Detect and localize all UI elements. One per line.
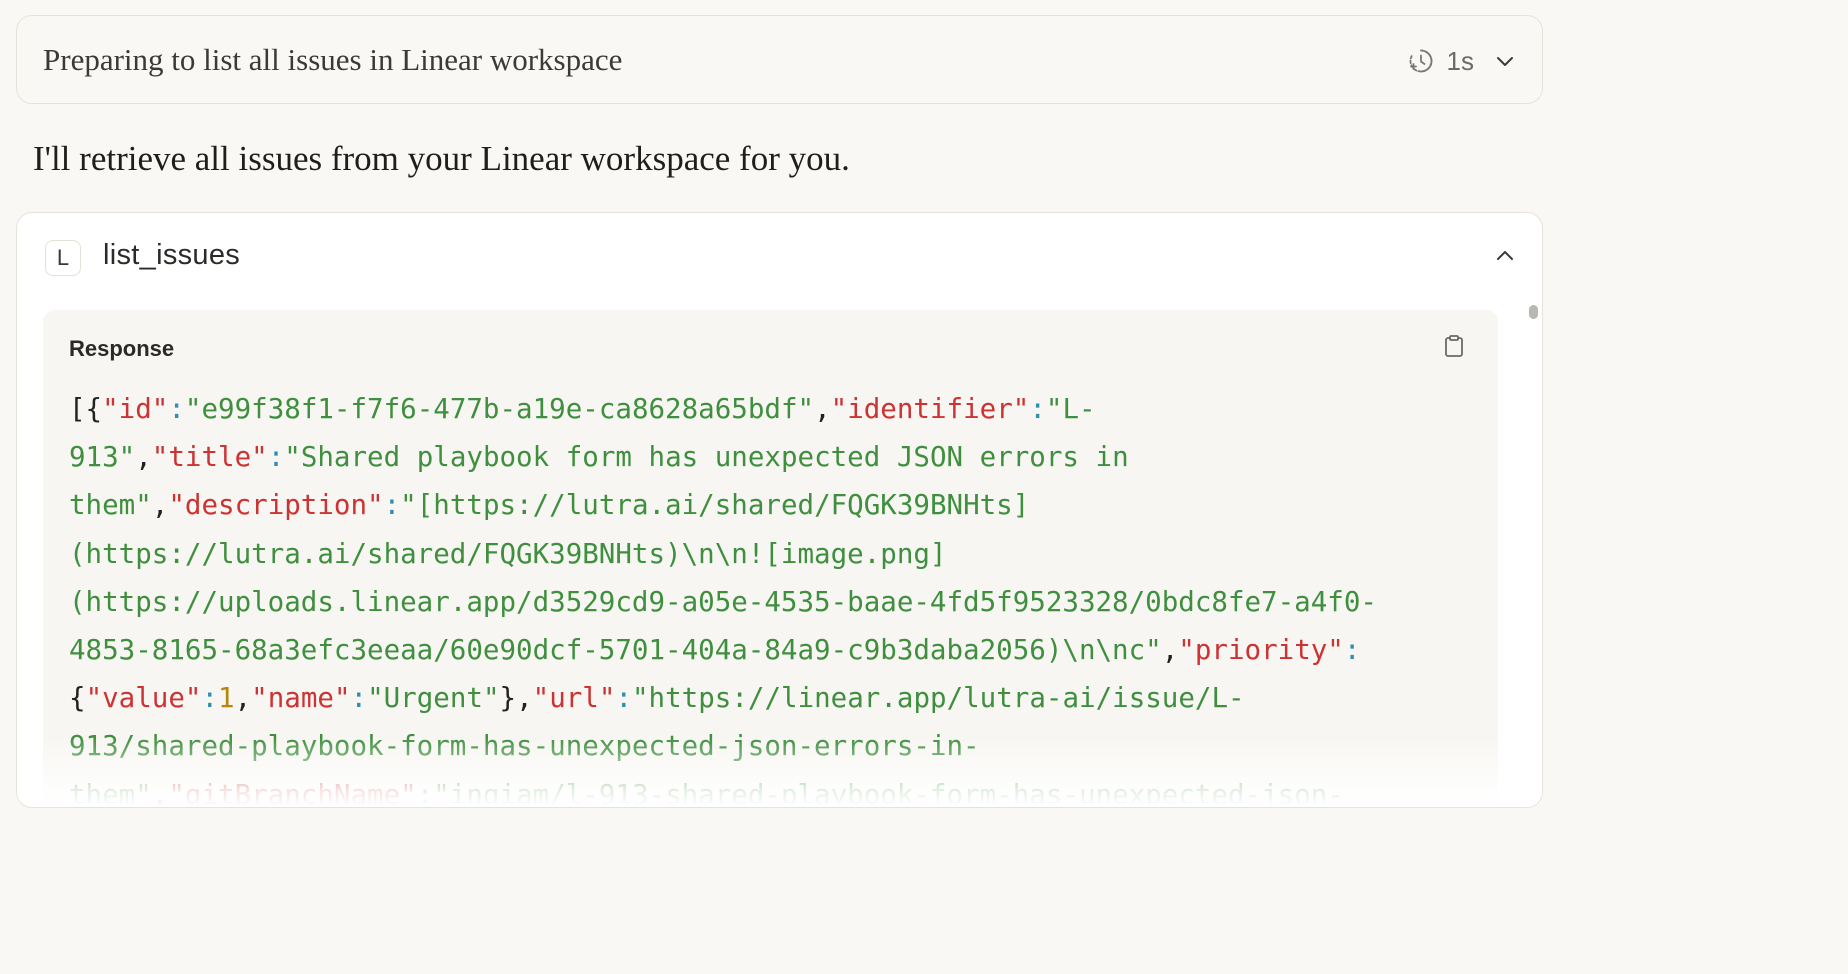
code-token: "Urgent" <box>367 682 500 715</box>
code-token: : <box>383 489 401 522</box>
code-token: , <box>151 778 169 808</box>
scrollbar-thumb[interactable] <box>1529 305 1538 319</box>
code-line: 913","title":"Shared playbook form has u… <box>69 433 1469 481</box>
response-label: Response <box>69 336 175 361</box>
chevron-up-icon <box>1494 245 1516 272</box>
code-token: : <box>168 393 185 425</box>
code-token: "id" <box>102 393 169 425</box>
code-token: : <box>416 778 434 808</box>
code-line: them","gitBranchName":"ingiam/l-913-shar… <box>69 771 1469 808</box>
tool-call-card: L list_issues Response [{"id":"e99f38f1-… <box>16 212 1543 808</box>
code-token: (https://lutra.ai/shared/FQGK39BNHts)\n\… <box>69 537 947 570</box>
code-line: 4853-8165-68a3efc3eeaa/60e90dcf-5701-404… <box>69 626 1469 674</box>
code-token: "value" <box>85 682 202 715</box>
tool-header[interactable]: L list_issues <box>17 213 1542 303</box>
code-line: (https://uploads.linear.app/d3529cd9-a05… <box>69 578 1469 626</box>
tool-name: list_issues <box>103 239 241 271</box>
code-token: "e99f38f1-f7f6-477b-a19e-ca8628a65bdf" <box>184 393 815 425</box>
code-line: [{"id":"e99f38f1-f7f6-477b-a19e-ca8628a6… <box>69 385 1469 433</box>
code-token: { <box>69 682 86 715</box>
code-token: , <box>135 441 152 474</box>
code-token: 913" <box>69 441 136 474</box>
code-token: them" <box>69 778 152 808</box>
response-code: [{"id":"e99f38f1-f7f6-477b-a19e-ca8628a6… <box>69 385 1469 808</box>
thinking-meta[interactable]: 1s <box>1407 44 1516 78</box>
code-token: "gitBranchName" <box>168 778 417 808</box>
code-token: : <box>201 682 219 715</box>
code-token: "Shared playbook form has unexpected JSO… <box>284 441 1129 474</box>
code-token: 913/shared-playbook-form-has-unexpected-… <box>69 730 980 763</box>
code-line: (https://lutra.ai/shared/FQGK39BNHts)\n\… <box>69 530 1469 578</box>
chevron-down-icon[interactable] <box>1494 50 1516 72</box>
code-token: "description" <box>168 489 384 522</box>
code-token: "title" <box>151 441 268 474</box>
code-token: "priority" <box>1178 633 1344 666</box>
code-token: "[https://lutra.ai/shared/FQGK39BNHts] <box>400 489 1030 522</box>
thinking-summary[interactable]: Preparing to list all issues in Linear w… <box>16 15 1543 104</box>
code-token: , <box>234 682 252 715</box>
code-token: }, <box>499 682 533 715</box>
code-token: : <box>1029 393 1046 425</box>
response-panel: Response [{"id":"e99f38f1-f7f6-477b-a19e… <box>43 310 1498 808</box>
code-token: [{ <box>69 393 103 425</box>
clipboard-icon <box>1443 334 1465 363</box>
code-token: "ingiam/l-913-shared-playbook-form-has-u… <box>433 778 1344 808</box>
code-token: "L- <box>1045 393 1096 425</box>
code-token: , <box>1161 633 1179 666</box>
code-token: , <box>151 489 169 522</box>
code-token: "identifier" <box>830 393 1030 425</box>
code-token: "name" <box>251 682 351 715</box>
code-token: : <box>350 682 368 715</box>
code-line: 913/shared-playbook-form-has-unexpected-… <box>69 722 1469 770</box>
code-line: them","description":"[https://lutra.ai/s… <box>69 481 1469 529</box>
code-token: : <box>1343 633 1361 666</box>
code-token: : <box>615 682 632 715</box>
code-token: "url" <box>532 682 616 715</box>
code-token: 4853-8165-68a3efc3eeaa/60e90dcf-5701-404… <box>69 633 1162 666</box>
timer-icon <box>1407 47 1435 75</box>
code-token: 1 <box>218 682 235 715</box>
code-token: them" <box>69 489 152 522</box>
tool-badge: L <box>45 240 81 276</box>
code-token: , <box>814 393 831 425</box>
code-line: {"value":1,"name":"Urgent"},"url":"https… <box>69 674 1469 722</box>
code-token: "https://linear.app/lutra-ai/issue/L- <box>632 682 1245 715</box>
code-token: (https://uploads.linear.app/d3529cd9-a05… <box>69 585 1377 618</box>
code-token: : <box>267 441 285 474</box>
thinking-title: Preparing to list all issues in Linear w… <box>43 42 623 77</box>
assistant-message: I'll retrieve all issues from your Linea… <box>33 139 850 178</box>
thinking-duration: 1s <box>1446 45 1474 76</box>
collapse-button[interactable] <box>1490 243 1520 273</box>
copy-button[interactable] <box>1440 334 1468 362</box>
